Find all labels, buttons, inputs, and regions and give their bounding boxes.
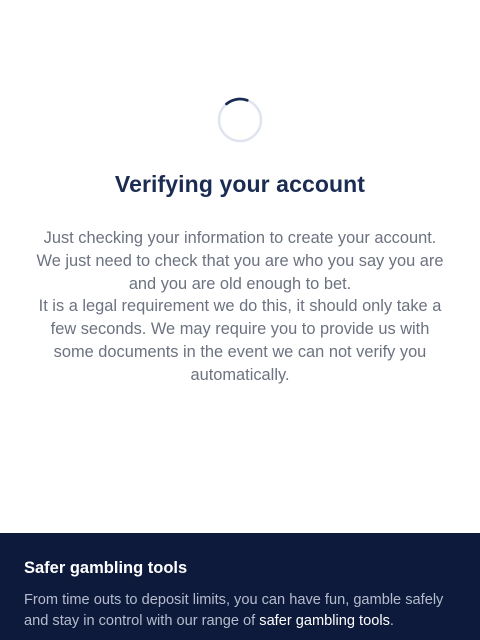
verification-message: Just checking your information to create…	[20, 227, 460, 387]
message-line: It is a legal requirement we do this, it…	[38, 297, 442, 316]
footer-title: Safer gambling tools	[24, 559, 188, 577]
page-title: Verifying your account	[114, 171, 366, 197]
safer-gambling-tools-link[interactable]: safer gambling tools	[259, 613, 390, 629]
message-line: Just checking your information to create…	[43, 229, 437, 247]
message-line: few seconds. We may require you to provi…	[50, 320, 430, 339]
message-line: We just need to check that you are who y…	[36, 251, 444, 270]
loading-spinner-icon	[217, 97, 263, 143]
message-line: automatically.	[190, 365, 290, 384]
verification-panel: Verifying your account Just checking you…	[0, 0, 480, 533]
message-line: some documents in the event we can not v…	[53, 342, 427, 361]
message-line: and you are old enough to bet.	[128, 274, 352, 293]
footer-text-after-link: .	[389, 613, 394, 629]
footer-text: From time outs to deposit limits, you ca…	[24, 590, 464, 632]
